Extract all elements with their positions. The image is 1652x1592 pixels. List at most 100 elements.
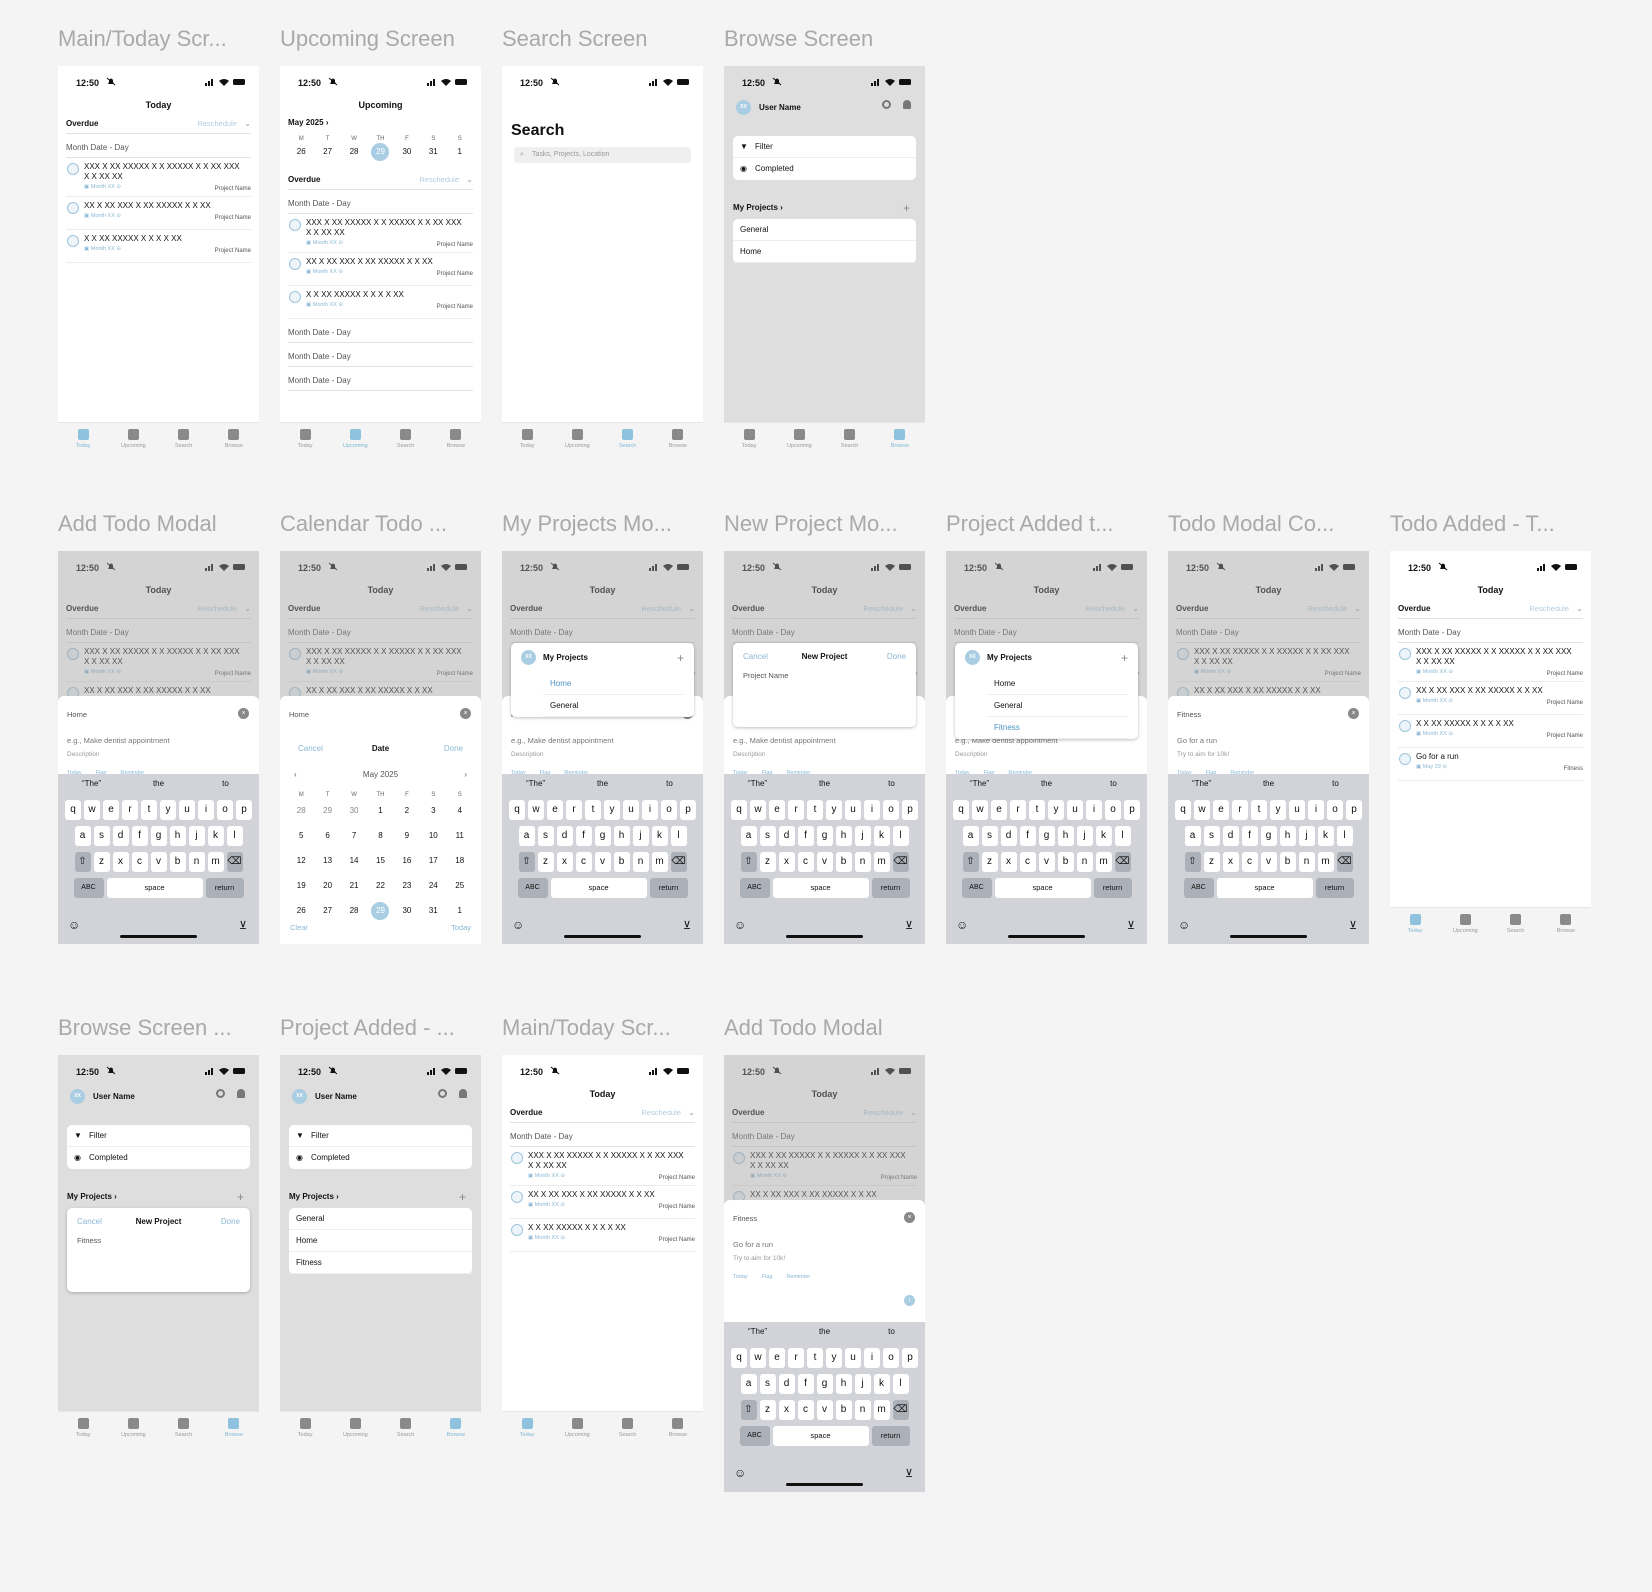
task-row[interactable]: Go for a run ▣ May 29 ⊝ Fitness — [1398, 748, 1583, 781]
key[interactable]: y — [826, 1348, 842, 1368]
shift-key[interactable]: ⇧ — [74, 852, 91, 872]
key[interactable]: e — [769, 1348, 785, 1368]
key[interactable]: f — [1019, 826, 1036, 846]
key[interactable]: e — [103, 800, 119, 820]
key[interactable]: z — [93, 852, 110, 872]
suggestion[interactable]: “The” — [502, 774, 569, 794]
day-cell[interactable]: 11 — [447, 823, 473, 848]
day-cell[interactable]: 5 — [288, 823, 314, 848]
key[interactable]: s — [759, 1374, 776, 1394]
task-row[interactable]: XX X XX XXX X XX XXXXX X X XX ▣ Month XX … — [1398, 682, 1583, 715]
key[interactable]: b — [835, 852, 852, 872]
day-cell[interactable]: 28 — [288, 798, 314, 823]
user-profile[interactable]: XX User Name — [70, 1089, 135, 1104]
tab-browse[interactable]: Browse — [653, 1412, 703, 1448]
key[interactable]: n — [854, 852, 871, 872]
key[interactable]: v — [150, 852, 167, 872]
task-row[interactable]: X X XX XXXXX X X X X XX ▣ Month XX ⊝ Proje… — [66, 230, 251, 263]
task-row[interactable]: X X XX XXXXX X X X X XX ▣ Month XX ⊝ Proje… — [1398, 715, 1583, 748]
key[interactable]: d — [1000, 826, 1017, 846]
project-item[interactable]: General — [289, 1208, 472, 1230]
key[interactable]: m — [873, 852, 890, 872]
key[interactable]: s — [93, 826, 110, 846]
description-input[interactable]: Try to aim for 10k! — [1177, 751, 1229, 758]
tab-search[interactable]: Search — [159, 1412, 209, 1448]
space-key[interactable]: space — [1216, 878, 1313, 898]
day-cell[interactable]: 4 — [447, 798, 473, 823]
day-cell[interactable]: 30 — [394, 142, 420, 164]
task-checkbox[interactable] — [1399, 687, 1411, 699]
day-cell[interactable]: 31 — [420, 142, 446, 164]
done-button[interactable]: Done — [221, 1208, 240, 1236]
key[interactable]: g — [594, 826, 611, 846]
abc-key[interactable]: ABC — [739, 1426, 770, 1446]
day-cell[interactable]: 25 — [447, 873, 473, 898]
day-cell[interactable]: 30 — [394, 898, 420, 923]
key[interactable]: v — [816, 852, 833, 872]
key[interactable]: t — [585, 800, 601, 820]
day-cell[interactable]: 23 — [394, 873, 420, 898]
key[interactable]: j — [1298, 826, 1315, 846]
task-checkbox[interactable] — [67, 202, 79, 214]
suggestion[interactable]: “The” — [724, 1322, 791, 1342]
filter-item[interactable]: ▼ Filter — [289, 1125, 472, 1147]
filter-item[interactable]: ▼ Filter — [67, 1125, 250, 1147]
day-cell[interactable]: 14 — [341, 848, 367, 873]
key[interactable]: n — [1298, 852, 1315, 872]
key[interactable]: j — [854, 1374, 871, 1394]
add-project-icon[interactable]: + — [237, 1190, 244, 1204]
description-input[interactable]: Try to aim for 10k! — [733, 1255, 785, 1262]
key[interactable]: h — [835, 826, 852, 846]
task-checkbox[interactable] — [511, 1224, 523, 1236]
key[interactable]: g — [816, 826, 833, 846]
space-key[interactable]: space — [772, 1426, 869, 1446]
task-checkbox[interactable] — [1399, 648, 1411, 660]
key[interactable]: r — [1010, 800, 1026, 820]
key[interactable]: p — [902, 800, 918, 820]
abc-key[interactable]: ABC — [1183, 878, 1214, 898]
key[interactable]: g — [816, 1374, 833, 1394]
task-row[interactable]: XX X XX XXX X XX XXXXX X X XX ▣ Month XX … — [510, 1186, 695, 1219]
key[interactable]: l — [892, 1374, 909, 1394]
reschedule-button[interactable]: Reschedule — [419, 170, 459, 190]
key[interactable]: q — [509, 800, 525, 820]
key[interactable]: s — [537, 826, 554, 846]
my-projects-header[interactable]: My Projects › + — [289, 1190, 466, 1204]
key[interactable]: t — [1251, 800, 1267, 820]
flag-option[interactable]: Flag — [762, 1274, 773, 1280]
key[interactable]: c — [575, 852, 592, 872]
task-name-input[interactable]: e.g., Make dentist appointment — [733, 736, 836, 745]
suggestion[interactable]: to — [1302, 774, 1369, 794]
suggestion[interactable]: the — [569, 774, 636, 794]
bell-icon[interactable] — [903, 100, 911, 109]
suggestion[interactable]: the — [1235, 774, 1302, 794]
clear-button[interactable]: Clear — [290, 923, 308, 932]
task-checkbox[interactable] — [67, 235, 79, 247]
gear-icon[interactable] — [216, 1089, 225, 1098]
key[interactable]: f — [797, 1374, 814, 1394]
tab-search[interactable]: Search — [381, 1412, 431, 1448]
key[interactable]: o — [1327, 800, 1343, 820]
space-key[interactable]: space — [550, 878, 647, 898]
tab-today[interactable]: Today — [502, 1412, 552, 1448]
microphone-icon[interactable]: ⊻ — [905, 919, 913, 932]
key[interactable]: q — [65, 800, 81, 820]
key[interactable]: z — [759, 852, 776, 872]
key[interactable]: d — [778, 826, 795, 846]
microphone-icon[interactable]: ⊻ — [905, 1467, 913, 1480]
delete-key[interactable]: ⌫ — [670, 852, 687, 872]
description-input[interactable]: Description — [67, 751, 100, 758]
tab-upcoming[interactable]: Upcoming — [774, 423, 824, 459]
key[interactable]: y — [160, 800, 176, 820]
close-icon[interactable]: × — [460, 708, 471, 719]
key[interactable]: o — [883, 800, 899, 820]
project-option[interactable]: Home — [543, 673, 684, 695]
key[interactable]: d — [556, 826, 573, 846]
month-selector[interactable]: May 2025 › — [288, 118, 473, 132]
key[interactable]: u — [845, 1348, 861, 1368]
key[interactable]: b — [835, 1400, 852, 1420]
chevron-down-icon[interactable]: ⌄ — [244, 114, 251, 134]
tab-search[interactable]: Search — [603, 1412, 653, 1448]
my-projects-header[interactable]: My Projects › + — [733, 201, 910, 215]
space-key[interactable]: space — [994, 878, 1091, 898]
